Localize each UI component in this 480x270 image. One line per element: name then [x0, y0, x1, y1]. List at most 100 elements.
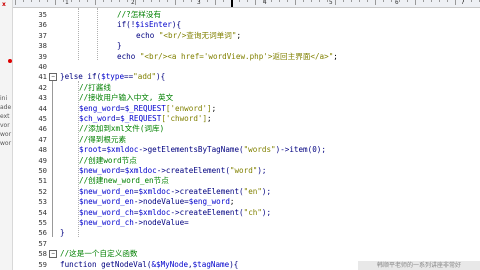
file-sidebar: x ini ade ext vor wor wor	[0, 0, 13, 270]
code-line[interactable]: //添加到xml文件(词库)	[79, 123, 164, 134]
code-line[interactable]: //创建new_word_en节点	[79, 175, 169, 186]
line-number: 47	[38, 134, 47, 144]
code-token: ){	[156, 72, 166, 82]
ruler-tick	[431, 0, 432, 2]
code-token: //这是一个自定义函数	[60, 249, 138, 259]
code-token: echo	[117, 51, 140, 61]
code-token: //接收用户输入中文, 英文	[79, 93, 174, 103]
ruler-tick	[343, 0, 344, 2]
sidebar-file-tab[interactable]: ade	[0, 104, 12, 112]
line-number: 44	[38, 103, 47, 113]
column-ruler: 1 2 3 4 5 6 7	[13, 0, 480, 8]
ruler-tick	[455, 0, 456, 5]
ruler-tick	[151, 0, 152, 2]
code-line[interactable]: }else if($type=="add"){	[60, 71, 165, 82]
code-token: ->getElementsByTagName(	[138, 145, 244, 155]
ruler-tick	[359, 0, 360, 2]
ruler-tick	[383, 0, 384, 2]
line-number: 59	[38, 259, 47, 269]
code-token: $eng_word	[188, 197, 230, 207]
code-token: ->nodeValue=	[133, 197, 189, 207]
code-line[interactable]: $new_word_ch->nodeValue=	[79, 217, 189, 228]
code-line[interactable]: //得到根元素	[79, 134, 126, 145]
fold-toggle-icon[interactable]: −	[49, 73, 57, 82]
code-token: function	[60, 259, 102, 269]
code-line[interactable]: //这是一个自定义函数	[60, 248, 138, 259]
code-line[interactable]: if(!$isEnter){	[117, 19, 181, 30]
code-line[interactable]: //打酱线	[79, 82, 111, 93]
code-token: $type	[101, 72, 125, 82]
ruler-tick	[335, 0, 336, 5]
ruler-tick	[415, 0, 416, 5]
code-line[interactable]: //?怎样没有	[117, 9, 161, 20]
sidebar-file-tab[interactable]: ini	[0, 95, 12, 103]
line-number: 37	[38, 30, 47, 40]
ruler-tick	[175, 0, 176, 5]
ruler-tick	[319, 0, 320, 2]
code-line[interactable]: $ch_word=$_REQUEST['chword'];	[79, 113, 212, 124]
ruler-tick	[391, 0, 392, 2]
code-line[interactable]: echo "<br/>查询无词单词";	[136, 30, 241, 41]
code-line[interactable]: }	[117, 40, 122, 51]
line-number: 52	[38, 186, 47, 196]
sidebar-file-tab[interactable]: ext	[0, 113, 12, 121]
code-line[interactable]: //创建word节点	[79, 155, 137, 166]
code-token: ['enword']	[165, 103, 212, 113]
ruler-tick	[327, 0, 328, 2]
code-token: "word"	[229, 166, 258, 175]
ruler-tick	[471, 0, 472, 2]
code-token: $xmldoc	[138, 207, 171, 217]
code-line[interactable]: $root=$xmldoc->getElementsByTagName("wor…	[79, 144, 326, 155]
ruler-tick	[423, 0, 424, 2]
ruler-tick	[399, 0, 400, 2]
sidebar-file-tab[interactable]: vor	[0, 122, 12, 130]
code-line[interactable]: $eng_word=$_REQUEST['enword'];	[79, 103, 216, 114]
code-token: );	[257, 166, 267, 175]
code-token: $isEnter	[135, 20, 172, 30]
code-token: ;	[236, 30, 242, 40]
code-token: $eng_word	[79, 103, 121, 113]
ruler-tick	[311, 0, 312, 2]
line-number: 46	[38, 124, 47, 134]
code-line[interactable]: }	[60, 227, 65, 238]
ruler-tick	[279, 0, 280, 2]
code-token: echo	[136, 30, 159, 40]
code-token: );	[261, 186, 272, 196]
code-line[interactable]: $new_word=$xmldoc->createElement("word")…	[79, 165, 267, 176]
code-token: ->nodeValue=	[133, 218, 189, 227]
line-number: 56	[38, 228, 47, 238]
code-token: ==	[124, 72, 134, 82]
sidebar-file-tab[interactable]: wor	[0, 131, 12, 139]
code-token: $_REQUEST	[124, 103, 166, 113]
ruler-tick	[207, 0, 208, 2]
code-line[interactable]: //接收用户输入中文, 英文	[79, 92, 173, 103]
code-token: ;	[333, 51, 338, 61]
code-line[interactable]: $new_word_en=$xmldoc->createElement("en"…	[79, 186, 271, 197]
code-line[interactable]: echo "<br/><a href='wordView.php'>返回主界面<…	[117, 51, 338, 62]
code-token: ->createElement(	[156, 166, 230, 175]
sidebar-file-tab[interactable]: wor	[0, 140, 12, 148]
line-number: 57	[38, 238, 47, 248]
code-token: );	[261, 207, 272, 217]
ruler-tick	[15, 0, 16, 5]
code-editor[interactable]: //?怎样没有 if(!$isEnter){echo "<br/>查询无词单词";…	[58, 8, 480, 270]
code-token: &$MyNode	[151, 259, 189, 269]
ruler-marker: 6	[395, 0, 399, 6]
line-number-gutter: 35 36 37 38 39 40 41 42 43 44 45 46 47 48 49 50 51 52 53 54…	[13, 8, 47, 270]
indent-guide	[78, 8, 79, 60]
line-number: 36	[38, 20, 47, 30]
line-number: 58	[38, 249, 47, 259]
code-token: if(!	[117, 20, 136, 30]
line-number: 35	[38, 10, 47, 19]
ruler-cursor	[231, 0, 233, 7]
code-line[interactable]: $new_word_ch=$xmldoc->createElement("ch"…	[79, 207, 271, 218]
code-line[interactable]: function getNodeVal(&$MyNode,$tagName){	[60, 259, 238, 270]
code-token: $xmldoc	[124, 166, 157, 175]
fold-column: − −	[48, 8, 58, 270]
ruler-marker: 2	[131, 0, 135, 6]
code-line[interactable]: $new_word_en->nodeValue=$eng_word;	[79, 196, 234, 207]
line-number: 40	[38, 62, 47, 71]
code-token: ->createElement(	[170, 186, 244, 196]
ruler-tick	[407, 0, 408, 2]
fold-toggle-icon[interactable]: −	[49, 250, 57, 259]
